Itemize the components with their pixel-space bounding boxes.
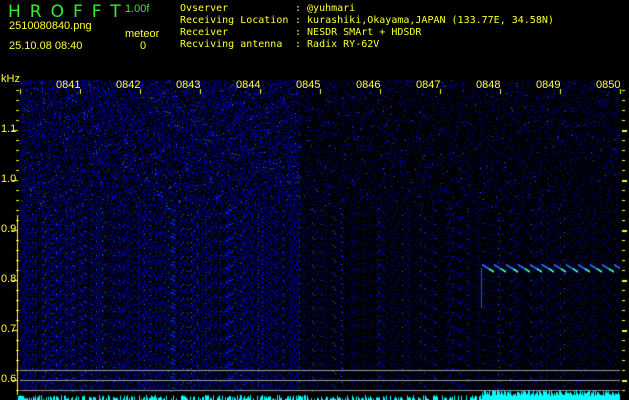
app-version: 1.00f xyxy=(125,3,150,15)
time-label: 0843 xyxy=(176,79,201,91)
date-time: 25.10.08 08:40 xyxy=(9,40,83,52)
info-value-antenna: : Radix RY-62V xyxy=(295,39,380,50)
info-value-location: : kurashiki,Okayama,JAPAN (133.77E, 34.5… xyxy=(295,15,554,26)
info-label-location: Receiving Location xyxy=(180,15,289,26)
info-label-observer: Ovserver xyxy=(180,3,229,14)
time-label: 0844 xyxy=(236,79,261,91)
frequency-label: 0.8 xyxy=(1,273,17,285)
time-label: 0847 xyxy=(416,79,441,91)
time-label: 0846 xyxy=(356,79,381,91)
time-label: 0845 xyxy=(296,79,321,91)
time-label: 0842 xyxy=(116,79,141,91)
file-name: 2510080840.png xyxy=(9,20,92,32)
frequency-label: 0.6 xyxy=(1,373,17,385)
info-label-antenna: Recviving antenna xyxy=(180,39,283,50)
frequency-label: 1.1 xyxy=(1,123,17,135)
frequency-label: 1.0 xyxy=(1,173,17,185)
frequency-label: 0.7 xyxy=(1,323,17,335)
frequency-unit-label: kHz xyxy=(1,73,20,85)
info-value-observer: : @yuhmari xyxy=(295,3,356,14)
time-label: 0850 xyxy=(596,79,621,91)
meteor-count: 0 xyxy=(140,40,147,52)
waterfall-spectrogram xyxy=(0,0,629,400)
info-value-receiver: : NESDR SMArt + HDSDR xyxy=(295,27,422,38)
time-label: 0841 xyxy=(56,79,81,91)
frequency-label: 0.9 xyxy=(1,223,17,235)
meteor-label: meteor xyxy=(125,28,160,40)
time-label: 0849 xyxy=(536,79,561,91)
time-label: 0848 xyxy=(476,79,501,91)
info-label-receiver: Receiver xyxy=(180,27,229,38)
app-brand: HROFFT xyxy=(8,2,130,22)
